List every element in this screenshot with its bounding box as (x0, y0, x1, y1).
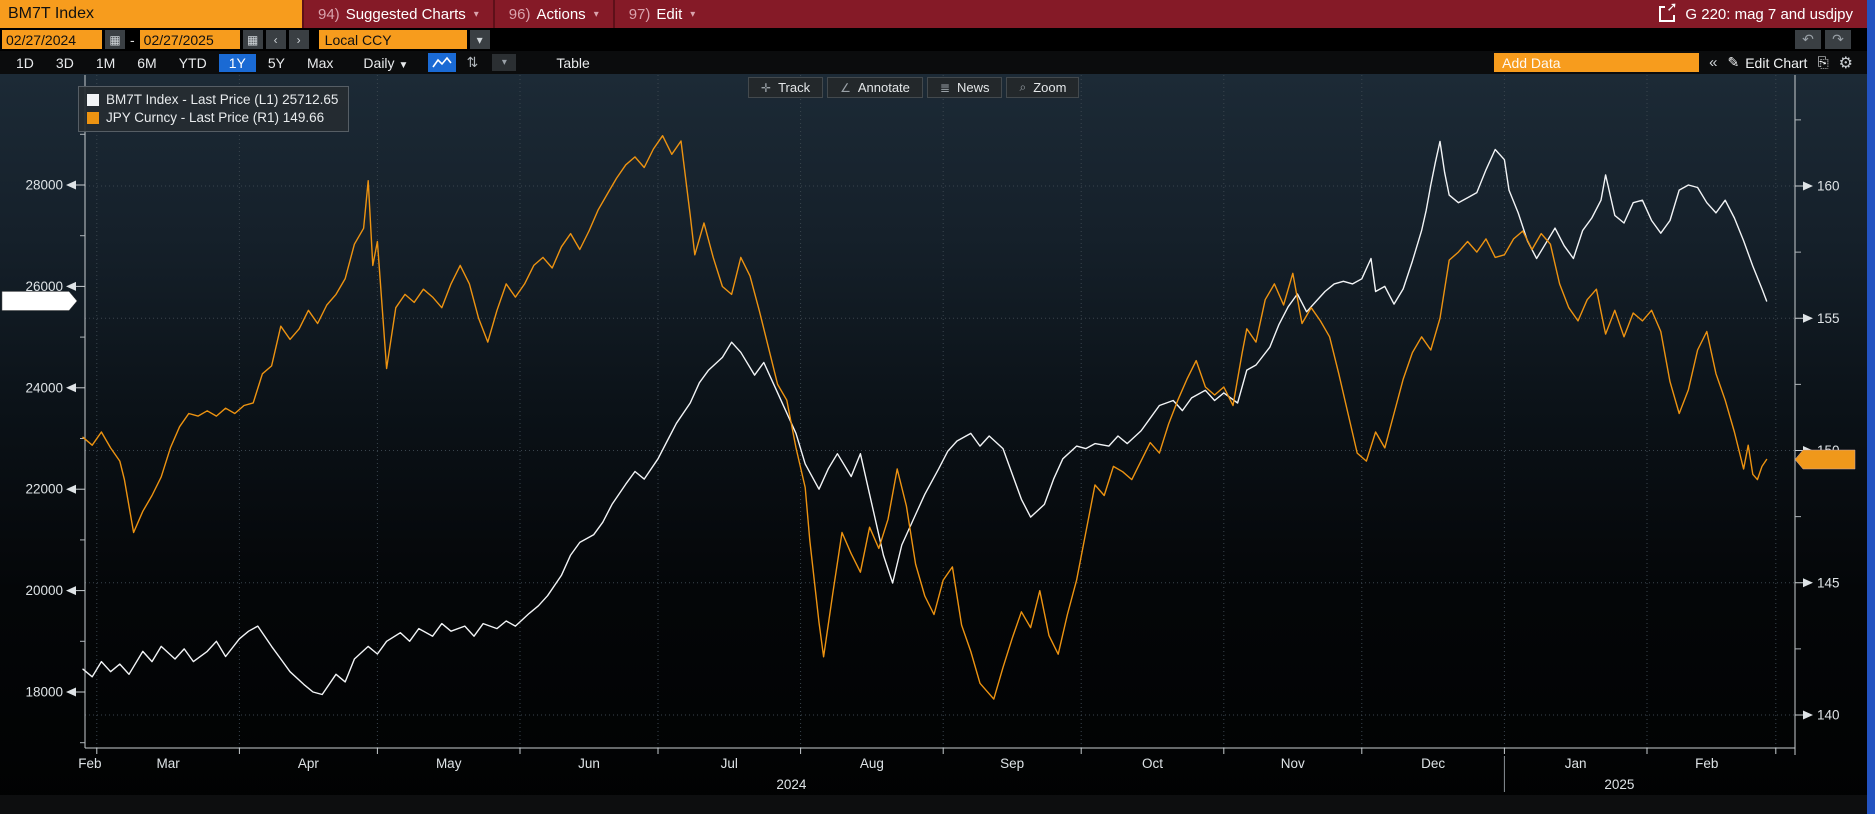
right-axis-tick-label: 140 (1817, 708, 1840, 723)
x-axis-month-label: Mar (156, 756, 180, 771)
zoom-button[interactable]: ⌕ Zoom (1006, 77, 1079, 98)
tick-pointer-icon (66, 383, 76, 392)
tick-pointer-icon (66, 485, 76, 494)
left-axis-tick-label: 22000 (25, 482, 63, 497)
x-axis-month-label: Feb (1695, 756, 1718, 771)
legend-item-jpy[interactable]: JPY Curncy - Last Price (R1) 149.66 (87, 110, 338, 125)
bm7t-price-line (83, 141, 1767, 694)
left-axis-tick-label: 28000 (25, 178, 63, 193)
tick-pointer-icon (1803, 182, 1813, 191)
track-button[interactable]: ✛ Track (748, 77, 823, 98)
news-lines-icon: ≣ (940, 81, 950, 95)
legend-swatch-white (87, 94, 99, 106)
gridlines (85, 75, 1795, 754)
right-axis-tick-label: 145 (1817, 575, 1840, 590)
window-right-border (1867, 0, 1875, 814)
annotate-label: Annotate (858, 80, 910, 95)
x-axis-month-label: May (436, 756, 462, 771)
left-axis-tick-label: 18000 (25, 685, 63, 700)
news-button[interactable]: ≣ News (927, 77, 1003, 98)
tick-pointer-icon (66, 688, 76, 697)
x-axis-month-label: Apr (298, 756, 320, 771)
x-axis-month-label: Nov (1281, 756, 1305, 771)
x-axis-year-label: 2025 (1604, 777, 1634, 792)
x-axis-month-label: Dec (1421, 756, 1445, 771)
x-axis-month-label: Jan (1565, 756, 1587, 771)
right-last-price-badge (1795, 450, 1855, 469)
x-axis-month-label: Oct (1142, 756, 1163, 771)
magnifier-icon: ⌕ (1019, 80, 1026, 95)
tick-pointer-icon (1803, 578, 1813, 587)
tick-pointer-icon (1803, 314, 1813, 323)
legend-swatch-orange (87, 112, 99, 124)
x-axis-month-label: Feb (78, 756, 101, 771)
left-axis-tick-label: 24000 (25, 380, 63, 395)
left-axis-tick-label: 20000 (25, 583, 63, 598)
move-crosshair-icon: ✛ (761, 81, 771, 95)
annotate-button[interactable]: ∠ Annotate (827, 77, 923, 98)
tick-pointer-icon (66, 181, 76, 190)
tick-pointer-icon (66, 586, 76, 595)
chart-tools-bar: ✛ Track ∠ Annotate ≣ News ⌕ Zoom (748, 77, 1079, 98)
jpy-price-line (83, 136, 1767, 699)
bottom-strip (0, 795, 1867, 814)
news-label: News (957, 80, 990, 95)
x-axis-month-label: Sep (1000, 756, 1024, 771)
annotate-pencil-icon: ∠ (840, 81, 851, 95)
tick-pointer-icon (66, 282, 76, 291)
x-axis-month-label: Aug (860, 756, 884, 771)
legend-label: JPY Curncy - Last Price (R1) 149.66 (106, 110, 324, 125)
right-axis-tick-label: 155 (1817, 311, 1840, 326)
legend-label: BM7T Index - Last Price (L1) 25712.65 (106, 92, 338, 107)
x-axis-month-label: Jul (721, 756, 738, 771)
bloomberg-chart-window: 94) Suggested Charts ▾ 96) Actions ▾ 97)… (0, 0, 1875, 814)
x-axis-year-label: 2024 (776, 777, 807, 792)
right-axis-tick-label: 160 (1817, 179, 1840, 194)
left-last-price-badge (2, 291, 77, 310)
chart-legend[interactable]: BM7T Index - Last Price (L1) 25712.65 JP… (78, 86, 349, 132)
zoom-label: Zoom (1033, 80, 1066, 95)
legend-item-bm7t[interactable]: BM7T Index - Last Price (L1) 25712.65 (87, 92, 338, 107)
track-label: Track (778, 80, 810, 95)
tick-pointer-icon (1803, 711, 1813, 720)
x-axis-month-label: Jun (578, 756, 600, 771)
axis-frame (66, 75, 1813, 755)
